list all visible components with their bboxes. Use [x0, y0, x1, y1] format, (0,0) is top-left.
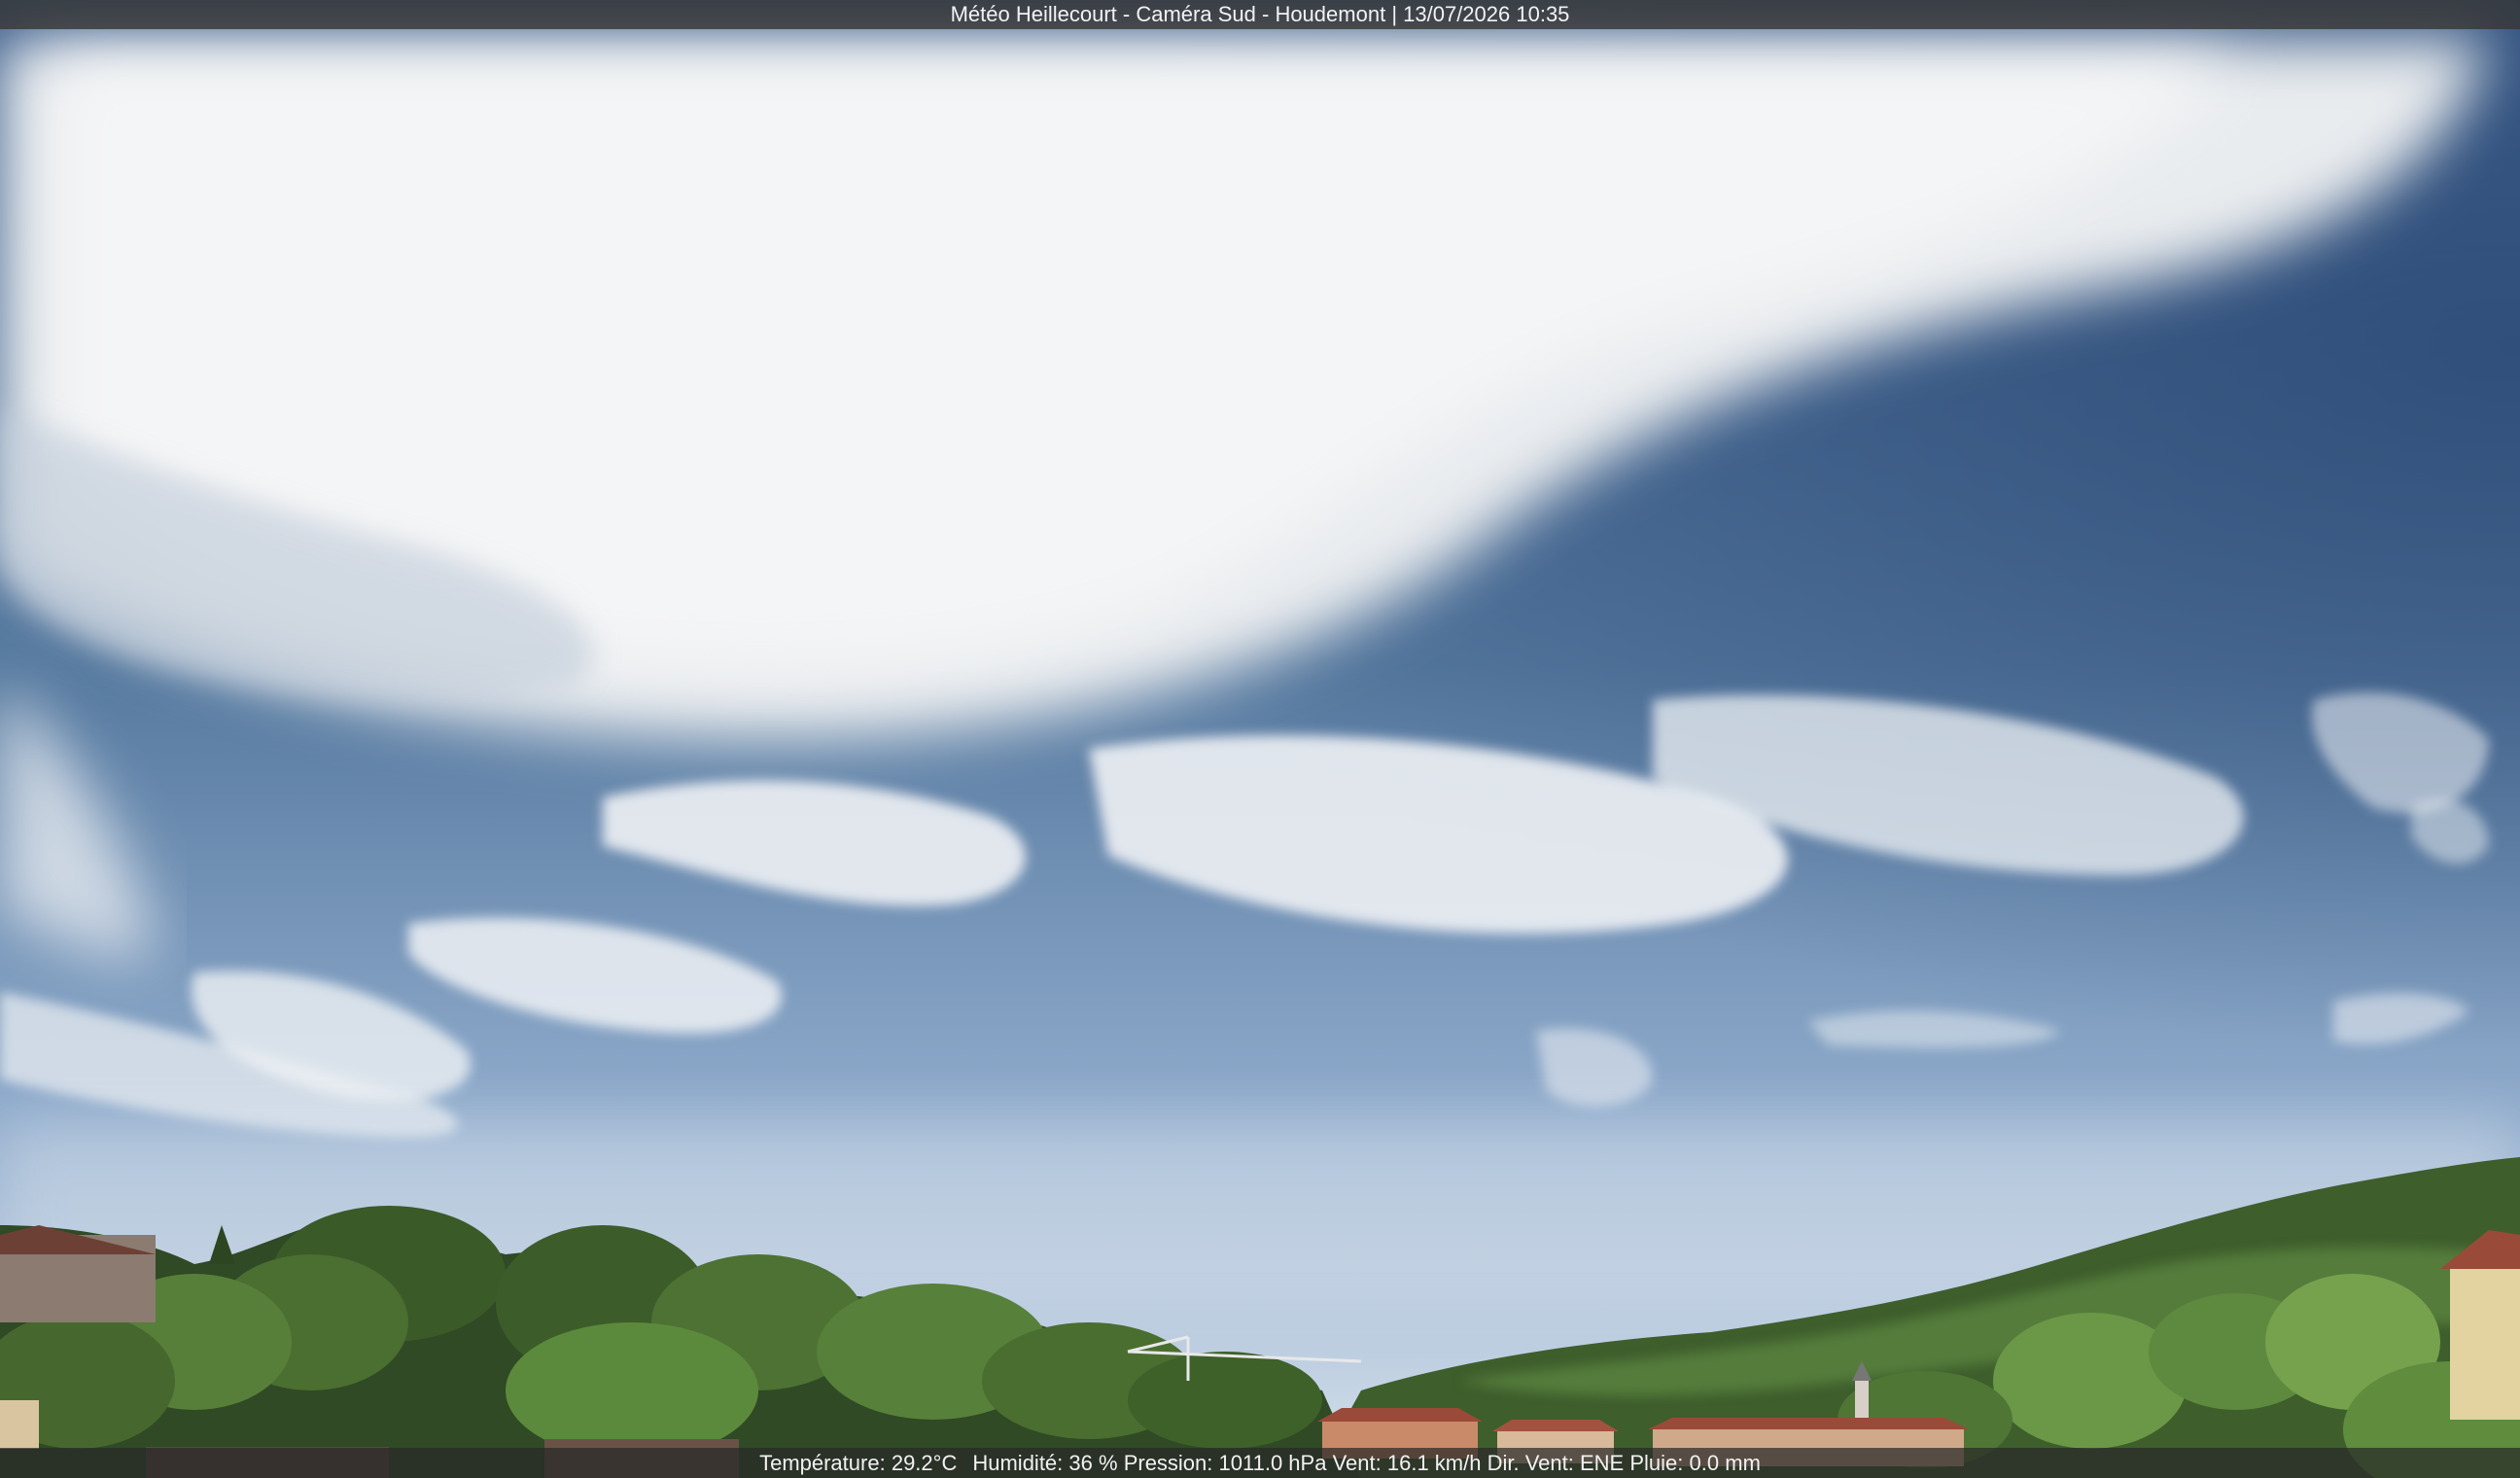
wind-direction-label: Dir. Vent:: [1487, 1451, 1574, 1475]
weather-info-bar: Température: 29.2°C Humidité: 36 % Press…: [0, 1448, 2520, 1478]
camera-name: Caméra Sud: [1136, 2, 1256, 26]
rain-value: 0.0 mm: [1689, 1451, 1761, 1475]
pressure-label: Pression:: [1123, 1451, 1213, 1475]
temperature-label: Température:: [759, 1451, 886, 1475]
humidity-value: 36 %: [1068, 1451, 1118, 1475]
wind-label: Vent:: [1332, 1451, 1382, 1475]
webcam-image: [0, 0, 2520, 1478]
camera-title-bar: Météo Heillecourt - Caméra Sud - Houdemo…: [0, 0, 2520, 29]
wind-direction-value: ENE: [1580, 1451, 1625, 1475]
temperature-value: 29.2°C: [891, 1451, 958, 1475]
humidity-label: Humidité:: [972, 1451, 1064, 1475]
wind-value: 16.1 km/h: [1386, 1451, 1482, 1475]
pressure-value: 1011.0 hPa: [1218, 1451, 1327, 1475]
rain-label: Pluie:: [1629, 1451, 1684, 1475]
station-name: Météo Heillecourt: [950, 2, 1117, 26]
timestamp: 13/07/2026 10:35: [1403, 2, 1570, 26]
location-name: Houdemont: [1275, 2, 1386, 26]
